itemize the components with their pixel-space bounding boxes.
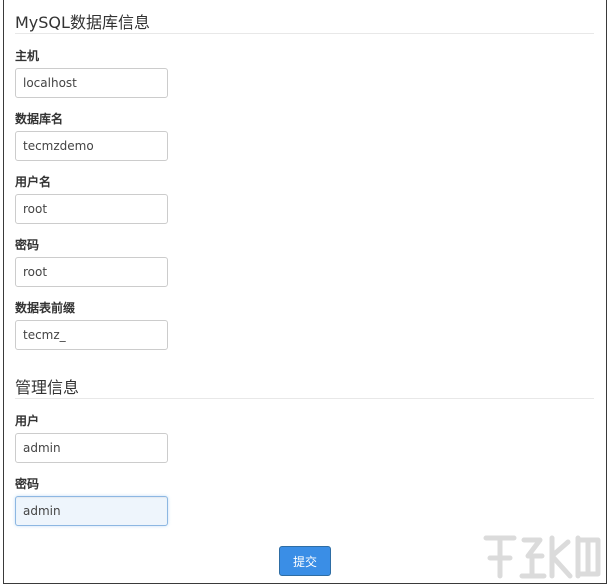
admin-password-input[interactable] bbox=[15, 496, 168, 526]
db-name-label: 数据库名 bbox=[15, 112, 64, 126]
db-section-divider bbox=[15, 33, 594, 34]
db-password-label: 密码 bbox=[15, 238, 40, 252]
host-input[interactable] bbox=[15, 68, 168, 98]
site-logo-watermark-icon bbox=[483, 535, 601, 579]
host-label: 主机 bbox=[15, 49, 40, 63]
admin-user-input[interactable] bbox=[15, 433, 168, 463]
admin-section-title: 管理信息 bbox=[15, 378, 80, 397]
admin-section-divider bbox=[15, 398, 594, 399]
table-prefix-input[interactable] bbox=[15, 320, 168, 350]
db-user-label: 用户名 bbox=[15, 175, 52, 189]
db-password-input[interactable] bbox=[15, 257, 168, 287]
admin-user-label: 用户 bbox=[15, 414, 40, 428]
install-form-panel: MySQL数据库信息 主机 数据库名 用户名 密码 数据表前缀 管理信息 用户 … bbox=[3, 0, 607, 584]
db-section-title: MySQL数据库信息 bbox=[15, 13, 150, 32]
db-user-input[interactable] bbox=[15, 194, 168, 224]
admin-password-label: 密码 bbox=[15, 477, 40, 491]
db-name-input[interactable] bbox=[15, 131, 168, 161]
table-prefix-label: 数据表前缀 bbox=[15, 301, 76, 315]
submit-button[interactable]: 提交 bbox=[279, 546, 331, 576]
